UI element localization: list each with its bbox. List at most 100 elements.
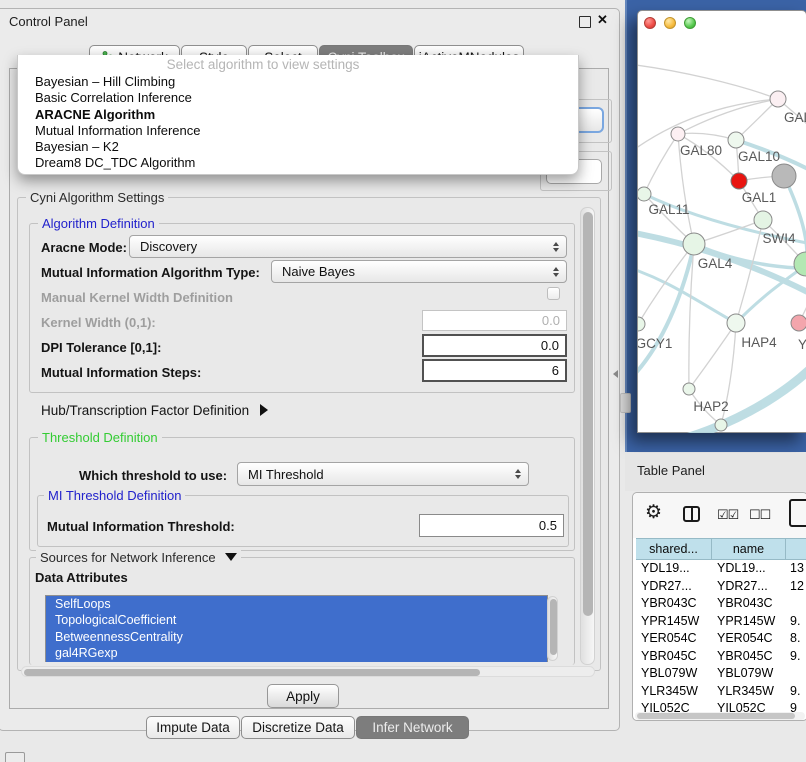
which-threshold-combobox[interactable]: MI Threshold (237, 462, 529, 486)
table-row[interactable]: YBL079W YBL079W (633, 665, 806, 683)
control-panel-titlebar[interactable]: Control Panel ✕ (0, 9, 619, 33)
network-node[interactable] (727, 314, 745, 332)
threshold-definition-title: Threshold Definition (38, 430, 162, 445)
table-cell: 13 (790, 560, 806, 578)
network-node[interactable] (638, 317, 645, 331)
network-node[interactable] (791, 315, 806, 331)
table-row[interactable]: YBR043C YBR043C (633, 595, 806, 613)
deselect-all-checks-icon[interactable]: ☐☐ (749, 507, 770, 523)
network-node-selected[interactable] (731, 173, 747, 189)
apply-button[interactable]: Apply (267, 684, 339, 708)
table-cell: YBL079W (717, 665, 785, 683)
select-all-checks-icon[interactable]: ☑☑ (717, 507, 738, 523)
mi-threshold-field[interactable]: 0.5 (419, 514, 564, 537)
table-row[interactable]: YBR045C YBR045C 9. (633, 648, 806, 666)
algorithm-option[interactable]: Bayesian – K2 (18, 139, 578, 155)
new-table-icon[interactable] (789, 499, 806, 527)
table-cell (790, 665, 806, 683)
attribute-item[interactable]: BetweennessCentrality (46, 629, 547, 645)
combo-spinner-icon (515, 469, 521, 479)
network-view-window[interactable]: GAL GAL80 GAL10 GAL1 GAL11 SWI4 GAL4 GCY… (637, 10, 806, 433)
combo-spinner-icon (553, 267, 559, 277)
network-node[interactable] (754, 211, 772, 229)
table-cell: YLR345W (717, 683, 785, 701)
tab-impute-data[interactable]: Impute Data (146, 716, 240, 739)
mi-algorithm-type-label: Mutual Information Algorithm Type: (41, 265, 260, 280)
tab-infer-network[interactable]: Infer Network (356, 716, 469, 739)
network-node[interactable] (683, 233, 705, 255)
panel-divider-handle[interactable] (620, 393, 631, 413)
network-node[interactable] (638, 187, 651, 201)
column-header-label: name (733, 542, 764, 556)
node-label: GAL10 (738, 149, 780, 164)
attribute-list-scrollbar[interactable] (547, 596, 558, 661)
node-label: GAL1 (742, 190, 777, 205)
aracne-mode-combobox[interactable]: Discovery (129, 235, 567, 258)
network-node[interactable] (715, 419, 727, 431)
table-cell: YBR045C (641, 648, 711, 666)
network-node[interactable] (671, 127, 685, 141)
attribute-item[interactable]: SelfLoops (46, 596, 547, 612)
close-icon[interactable]: ✕ (597, 12, 608, 28)
mi-steps-field[interactable]: 6 (422, 359, 567, 382)
algorithm-option[interactable]: Dream8 DC_TDC Algorithm (18, 155, 578, 171)
float-window-icon[interactable] (579, 16, 591, 28)
algorithm-option[interactable]: Mutual Information Inference (18, 123, 578, 139)
mi-steps-value: 6 (552, 363, 559, 378)
partial-toolbar-icon[interactable] (5, 752, 25, 762)
scrollbar-thumb[interactable] (637, 713, 795, 719)
sources-expander[interactable]: Sources for Network Inference (36, 550, 241, 565)
column-header-name[interactable]: name (712, 538, 786, 560)
table-row[interactable]: YLR345W YLR345W 9. (633, 683, 806, 701)
algorithm-option-highlighted[interactable]: ARACNE Algorithm (18, 107, 578, 123)
attribute-item[interactable]: TopologicalCoefficient (46, 612, 547, 628)
settings-vertical-scrollbar[interactable] (580, 207, 595, 665)
tab-label: Impute Data (156, 720, 230, 735)
panel-collapse-arrow-icon[interactable] (613, 370, 618, 378)
column-header-shared-name[interactable]: shared... (636, 538, 712, 560)
table-rows: YDL19... YDL19... 13 YDR27... YDR27... 1… (633, 560, 806, 713)
dpi-tolerance-label: DPI Tolerance [0,1]: (41, 340, 161, 355)
table-horizontal-scrollbar[interactable] (635, 712, 805, 720)
kernel-width-field[interactable]: 0.0 (422, 310, 567, 331)
settings-horizontal-scrollbar[interactable] (21, 666, 595, 677)
table-row[interactable]: YDR27... YDR27... 12 (633, 578, 806, 596)
window-minimize-button[interactable] (664, 17, 676, 29)
scrollbar-thumb[interactable] (24, 669, 480, 676)
table-row[interactable]: YDL19... YDL19... 13 (633, 560, 806, 578)
combo-spinner-icon (553, 242, 559, 252)
algorithm-placeholder: Select algorithm to view settings (18, 55, 508, 74)
hub-definition-expander[interactable]: Hub/Transcription Factor Definition (41, 403, 268, 418)
attribute-item[interactable]: gal4RGexp (46, 645, 547, 661)
split-columns-icon[interactable] (683, 506, 700, 522)
scrollbar-thumb[interactable] (550, 599, 557, 655)
algorithm-option[interactable]: Basic Correlation Inference (18, 90, 578, 106)
network-canvas[interactable]: GAL GAL80 GAL10 GAL1 GAL11 SWI4 GAL4 GCY… (638, 34, 806, 433)
manual-kernel-width-checkbox[interactable] (547, 287, 560, 300)
table-cell: YDR27... (641, 578, 711, 596)
window-zoom-button[interactable] (684, 17, 696, 29)
network-node[interactable] (683, 383, 695, 395)
column-header-partial[interactable] (786, 538, 806, 560)
algorithm-option[interactable]: Bayesian – Hill Climbing (18, 74, 578, 90)
table-panel-title: Table Panel (637, 463, 705, 478)
network-node[interactable] (772, 164, 796, 188)
node-label: GAL (784, 110, 806, 125)
scrollbar-thumb[interactable] (583, 212, 593, 616)
algorithm-definition-title: Algorithm Definition (38, 216, 159, 231)
window-close-button[interactable] (644, 17, 656, 29)
network-graph: GAL GAL80 GAL10 GAL1 GAL11 SWI4 GAL4 GCY… (638, 34, 806, 433)
network-node[interactable] (770, 91, 786, 107)
table-row[interactable]: YPR145W YPR145W 9. (633, 613, 806, 631)
table-row[interactable]: YER054C YER054C 8. (633, 630, 806, 648)
gear-icon[interactable]: ⚙ (645, 501, 662, 524)
mi-algorithm-type-combobox[interactable]: Naive Bayes (271, 260, 567, 283)
network-node[interactable] (728, 132, 744, 148)
tab-discretize-data[interactable]: Discretize Data (241, 716, 355, 739)
table-cell: YPR145W (641, 613, 711, 631)
algorithm-dropdown-popup: Select algorithm to view settings Bayesi… (17, 55, 579, 175)
data-attributes-list[interactable]: SelfLoops TopologicalCoefficient Between… (45, 595, 548, 662)
expander-collapsed-icon (260, 404, 268, 416)
mi-steps-label: Mutual Information Steps: (41, 365, 201, 380)
dpi-tolerance-field[interactable]: 0.0 (422, 334, 567, 357)
